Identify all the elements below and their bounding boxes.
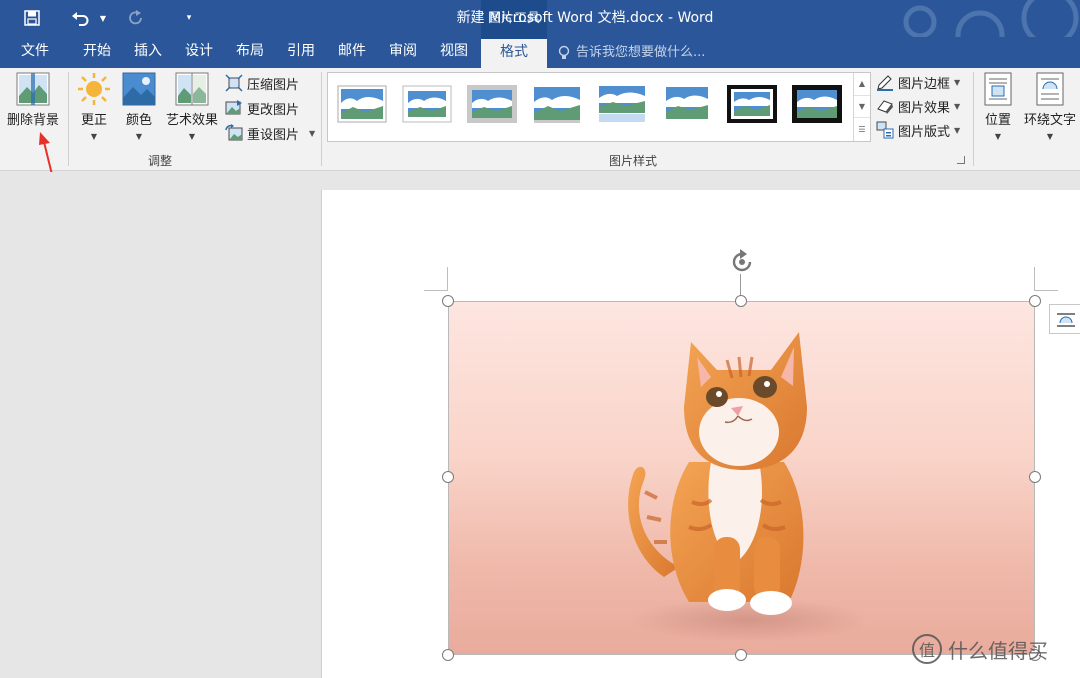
watermark-logo-icon: 值 [912, 634, 942, 664]
tab-home[interactable]: 开始 [73, 37, 121, 68]
picture-style-thumbnail[interactable] [597, 85, 647, 123]
corrections-label: 更正 [80, 113, 107, 128]
title-bar: ▼ ▾ 图片工具 新建 Microsoft Word 文档.docx - Wor… [0, 0, 1080, 60]
layout-options-icon [1057, 313, 1075, 327]
wrap-text-icon [1036, 72, 1064, 106]
separator [973, 72, 974, 166]
picture-layout-label: 图片版式 [898, 124, 951, 140]
tab-file[interactable]: 文件 [8, 37, 62, 68]
position-button[interactable]: 位置 ▼ [981, 72, 1015, 141]
picture-style-thumbnail[interactable] [337, 85, 387, 123]
layout-options-button[interactable] [1049, 304, 1080, 334]
tab-design[interactable]: 设计 [175, 37, 223, 68]
picture-style-thumbnail[interactable] [727, 85, 777, 123]
lightbulb-icon [558, 45, 570, 59]
change-picture-button[interactable]: 更改图片 [225, 97, 299, 119]
pen-border-icon [877, 75, 893, 91]
tell-me-search[interactable]: 告诉我您想要做什么... [558, 37, 705, 68]
picture-style-thumbnail[interactable] [532, 85, 582, 123]
picture-style-thumbnail[interactable] [792, 85, 842, 123]
change-picture-icon [225, 100, 242, 115]
corrections-dropdown-icon: ▼ [90, 132, 98, 141]
tab-layout[interactable]: 布局 [226, 37, 274, 68]
margin-corner-mark [424, 267, 448, 291]
reset-picture-button[interactable]: 重设图片 ▼ [225, 122, 315, 144]
position-dropdown-icon: ▼ [994, 132, 1002, 141]
gallery-scroll: ▲ ▼ ☰ [853, 73, 870, 141]
tab-references[interactable]: 引用 [277, 37, 325, 68]
picture-effects-label: 图片效果 [898, 100, 951, 116]
artistic-effects-label: 艺术效果 [165, 113, 218, 128]
wrap-text-dropdown-icon: ▼ [1046, 132, 1054, 141]
position-icon [984, 72, 1012, 106]
margin-corner-mark [1034, 267, 1058, 291]
adjust-group-label: 调整 [148, 154, 173, 168]
gallery-scroll-down-icon[interactable]: ▼ [854, 96, 870, 119]
remove-background-label: 删除背景 [6, 113, 59, 128]
picture-styles-gallery: ▲ ▼ ☰ [327, 72, 871, 142]
watermark-text: 什么值得买 [948, 638, 1048, 663]
wrap-text-button[interactable]: 环绕文字 ▼ [1020, 72, 1080, 141]
picture-layout-icon [876, 121, 894, 139]
compress-pictures-button[interactable]: 压缩图片 [225, 72, 299, 94]
wrap-text-label: 环绕文字 [1023, 113, 1076, 128]
picture-effects-icon [877, 100, 893, 114]
picture-styles-group-label: 图片样式 [609, 154, 658, 168]
resize-handle-top-left[interactable] [442, 295, 454, 307]
resize-handle-top-right[interactable] [1029, 295, 1041, 307]
picture-style-thumbnail[interactable] [402, 85, 452, 123]
tell-me-text: 告诉我您想要做什么... [576, 44, 706, 60]
ribbon-tab-row: 文件 开始 插入 设计 布局 引用 邮件 审阅 视图 格式 告诉我您想要做什么.… [0, 37, 1080, 68]
color-button[interactable]: 颜色 ▼ [121, 72, 157, 141]
corrections-button[interactable]: 更正 ▼ [76, 72, 112, 141]
change-picture-label: 更改图片 [247, 102, 300, 118]
remove-background-button[interactable]: 删除背景 [4, 72, 62, 128]
rotate-handle-icon[interactable] [728, 248, 758, 276]
picture-style-thumbnail[interactable] [467, 85, 517, 123]
picture-border-label: 图片边框 [898, 76, 951, 92]
picture-effects-button[interactable]: 图片效果 ▼ [876, 95, 960, 117]
artistic-effects-icon [175, 72, 209, 106]
cat-picture[interactable] [448, 301, 1035, 655]
tab-insert[interactable]: 插入 [124, 37, 172, 68]
tab-mailings[interactable]: 邮件 [328, 37, 376, 68]
color-dropdown-icon: ▼ [135, 132, 143, 141]
resize-handle-bottom[interactable] [735, 649, 747, 661]
dialog-launcher-icon[interactable] [957, 156, 965, 164]
compress-label: 压缩图片 [247, 77, 300, 93]
reset-picture-icon [225, 124, 243, 141]
gallery-more-icon[interactable]: ☰ [854, 118, 870, 141]
picture-border-button[interactable]: 图片边框 ▼ [876, 71, 960, 93]
color-label: 颜色 [125, 113, 152, 128]
reset-picture-label: 重设图片 [247, 127, 300, 143]
picture-layout-button[interactable]: 图片版式 ▼ [876, 119, 960, 141]
separator [321, 72, 322, 166]
ribbon: 删除背景 更正 ▼ 颜色 ▼ 艺术效果 ▼ 压缩图片 更改图片 重设图片 ▼ 调… [0, 68, 1080, 171]
picture-style-thumbnail[interactable] [662, 85, 712, 123]
picture-effects-dropdown-icon: ▼ [954, 101, 961, 111]
resize-handle-left[interactable] [442, 471, 454, 483]
position-label: 位置 [984, 113, 1011, 128]
reset-dropdown-icon[interactable]: ▼ [309, 129, 315, 138]
gallery-scroll-up-icon[interactable]: ▲ [854, 73, 870, 96]
resize-handle-bottom-left[interactable] [442, 649, 454, 661]
resize-handle-top[interactable] [735, 295, 747, 307]
picture-color-icon [122, 72, 156, 106]
watermark: 值 什么值得买 [912, 634, 1048, 664]
picture-layout-dropdown-icon: ▼ [954, 125, 961, 135]
tab-format[interactable]: 格式 [481, 37, 547, 68]
resize-handle-right[interactable] [1029, 471, 1041, 483]
sun-icon [78, 73, 110, 105]
tab-review[interactable]: 审阅 [379, 37, 427, 68]
compress-icon [225, 74, 243, 92]
kitten-illustration [628, 332, 869, 642]
remove-background-icon [16, 72, 50, 106]
artistic-effects-dropdown-icon: ▼ [188, 132, 196, 141]
picture-border-dropdown-icon: ▼ [954, 77, 961, 87]
artistic-effects-button[interactable]: 艺术效果 ▼ [162, 72, 222, 141]
tab-view[interactable]: 视图 [430, 37, 478, 68]
